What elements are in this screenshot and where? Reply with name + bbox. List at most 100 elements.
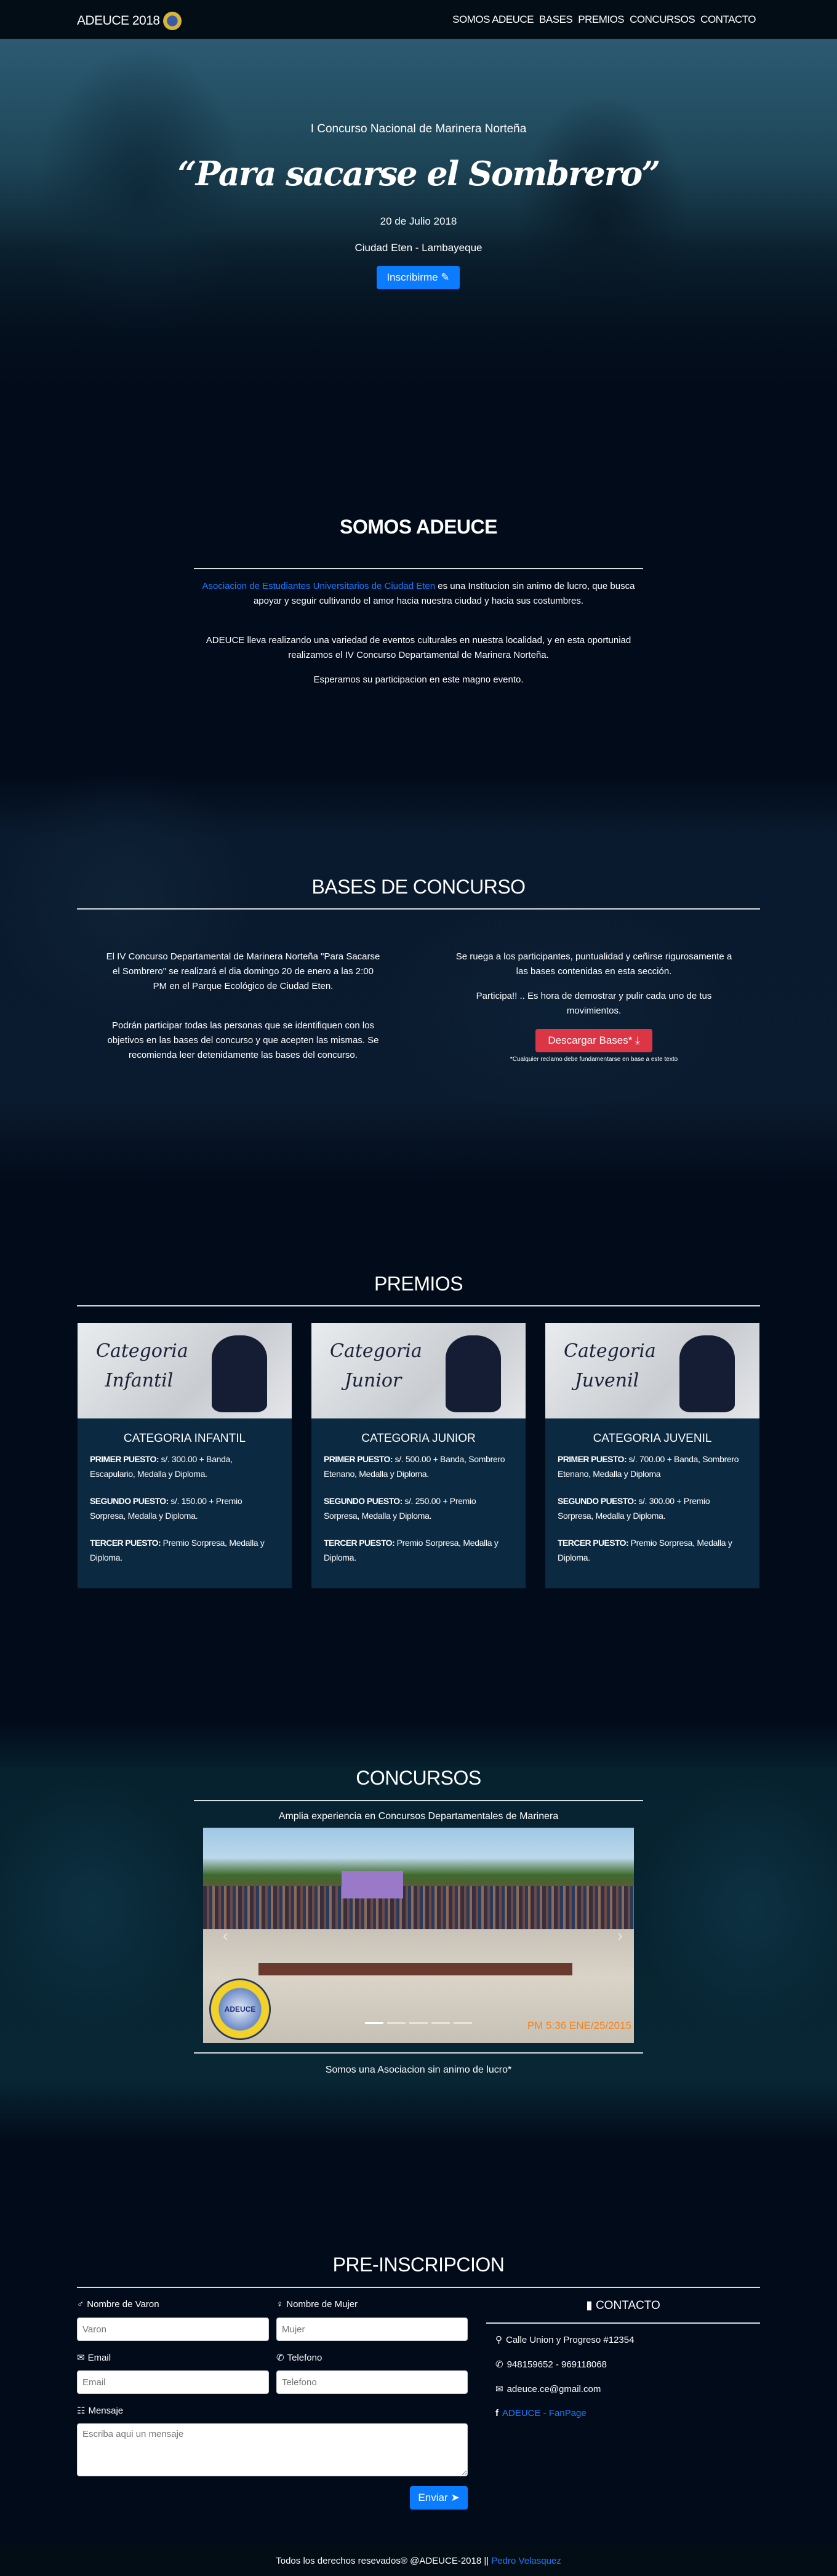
prize-card: Categoria Infantil CATEGORIA INFANTIL PRI…: [78, 1323, 292, 1588]
brand-text[interactable]: ADEUCE 2018: [77, 14, 160, 28]
dancer-silhouette: [212, 1335, 267, 1412]
premios-title: PREMIOS: [374, 1273, 463, 1295]
enviar-button[interactable]: Enviar ➤: [410, 2486, 468, 2510]
divider: [194, 568, 643, 569]
img-line1: Categoria: [564, 1340, 656, 1362]
carousel-next-icon[interactable]: ›: [617, 1926, 623, 1945]
female-icon: ♀: [276, 2299, 284, 2310]
telefono-input[interactable]: [276, 2370, 468, 2394]
fanpage-link[interactable]: ADEUCE - FanPage: [502, 2408, 587, 2418]
send-icon: ➤: [451, 2492, 460, 2503]
brand[interactable]: ADEUCE 2018: [77, 12, 182, 30]
nav-somos[interactable]: SOMOS ADEUCE: [452, 14, 534, 26]
somos-p3: Esperamos su participacion en este magno…: [313, 674, 524, 685]
nav-concursos[interactable]: CONCURSOS: [630, 14, 695, 26]
card-title: CATEGORIA INFANTIL: [123, 1432, 246, 1445]
second-prize: SEGUNDO PUESTO: s/. 300.00 + Premio Sorp…: [545, 1494, 759, 1523]
inscribirme-label: Inscribirme: [386, 271, 438, 283]
mujer-label-text: Nombre de Mujer: [286, 2299, 358, 2310]
category-image: Categoria Infantil: [78, 1323, 292, 1418]
category-image: Categoria Junior: [311, 1323, 526, 1418]
logo-text: ADEUCE: [224, 2005, 256, 2014]
jury-table: [258, 1963, 572, 1975]
prize-label: SEGUNDO PUESTO:: [324, 1496, 402, 1506]
carousel-indicator[interactable]: [409, 2022, 428, 2024]
varon-label-text: Nombre de Varon: [87, 2299, 159, 2310]
prize-label: TERCER PUESTO:: [558, 1538, 629, 1548]
email-label: ✉ Email: [77, 2352, 111, 2364]
category-image: Categoria Juvenil: [545, 1323, 759, 1418]
card-title: CATEGORIA JUVENIL: [593, 1432, 712, 1445]
nav-premios[interactable]: PREMIOS: [578, 14, 624, 26]
mensaje-textarea[interactable]: [77, 2423, 468, 2476]
second-prize: SEGUNDO PUESTO: s/. 250.00 + Premio Sorp…: [311, 1494, 526, 1523]
concursos-subtitle: Amplia experiencia en Concursos Departam…: [278, 1811, 559, 1822]
adeuce-logo-icon: [162, 12, 182, 30]
first-prize: PRIMER PUESTO: s/. 700.00 + Banda, Sombr…: [545, 1452, 759, 1481]
carousel-indicator[interactable]: [365, 2022, 383, 2024]
prize-label: PRIMER PUESTO:: [324, 1454, 393, 1464]
third-prize: TERCER PUESTO: Premio Sorpresa, Medalla …: [545, 1535, 759, 1565]
envelope-icon: ✉: [495, 2384, 503, 2394]
bases-title: BASES DE CONCURSO: [311, 876, 526, 898]
photo-timestamp: PM 5:36 ENE/25/2015: [527, 2020, 631, 2031]
adeuce-link[interactable]: Asociacion de Estudiantes Universitarios…: [202, 581, 436, 591]
edit-icon: ✎: [441, 271, 450, 283]
map-marker-icon: ⚲: [495, 2335, 502, 2345]
category-image-text: Categoria Junior: [330, 1337, 422, 1396]
list-icon: ☷: [77, 2406, 86, 2416]
first-prize: PRIMER PUESTO: s/. 500.00 + Banda, Sombr…: [311, 1452, 526, 1481]
card-title: CATEGORIA JUNIOR: [361, 1432, 476, 1445]
mensaje-label-text: Mensaje: [88, 2405, 124, 2416]
nav-contacto[interactable]: CONTACTO: [700, 14, 756, 26]
varon-label: ♂ Nombre de Varon: [77, 2299, 159, 2310]
envelope-icon: ✉: [77, 2353, 85, 2363]
category-image-text: Categoria Infantil: [96, 1337, 188, 1396]
prize-label: PRIMER PUESTO:: [90, 1454, 159, 1464]
carousel-indicator[interactable]: [454, 2022, 472, 2024]
third-prize: TERCER PUESTO: Premio Sorpresa, Medalla …: [78, 1535, 292, 1565]
phone-icon: ✆: [276, 2353, 284, 2363]
descargar-bases-button[interactable]: Descargar Bases* ⤓: [535, 1029, 652, 1052]
divider: [194, 1800, 643, 1801]
hero-title: “Para sacarse el Sombrero”: [177, 154, 661, 193]
bases-note: *Cualquier reclamo debe fundamentarse en…: [510, 1056, 678, 1063]
inscribirme-button[interactable]: Inscribirme ✎: [377, 266, 460, 289]
varon-input[interactable]: [77, 2318, 269, 2341]
mujer-label: ♀ Nombre de Mujer: [276, 2299, 358, 2310]
img-line2: Infantil: [105, 1370, 174, 1391]
hero-subtitle: I Concurso Nacional de Marinera Norteña: [310, 122, 527, 135]
bases-right-p2: Participa!! .. Es hora de demostrar y pu…: [476, 991, 712, 1016]
mujer-input[interactable]: [276, 2318, 468, 2341]
crowd: [203, 1886, 634, 1929]
carousel-indicator[interactable]: [431, 2022, 450, 2024]
bases-right-p1: Se ruega a los participantes, puntualida…: [455, 951, 732, 977]
contacto-title-text: CONTACTO: [595, 2299, 660, 2312]
phone-text: 948159652 - 969118068: [507, 2359, 607, 2370]
divider: [77, 1305, 760, 1306]
second-prize: SEGUNDO PUESTO: s/. 150.00 + Premio Sorp…: [78, 1494, 292, 1523]
carousel[interactable]: ADEUCE PM 5:36 ENE/25/2015 ‹ ›: [203, 1828, 634, 2043]
footer-text: Todos los derechos resevados® @ADEUCE-20…: [276, 2556, 492, 2566]
dancer-silhouette: [679, 1335, 735, 1412]
carousel-prev-icon[interactable]: ‹: [223, 1926, 228, 1945]
contact-email: ✉ adeuce.ce@gmail.com: [495, 2383, 601, 2395]
prize-label: TERCER PUESTO:: [324, 1538, 395, 1548]
img-line2: Junior: [344, 1370, 402, 1391]
divider: [194, 2052, 643, 2054]
img-line2: Juvenil: [574, 1370, 639, 1391]
third-prize: TERCER PUESTO: Premio Sorpresa, Medalla …: [311, 1535, 526, 1565]
author-link[interactable]: Pedro Velasquez: [491, 2556, 561, 2566]
email-input[interactable]: [77, 2370, 269, 2394]
descargar-label: Descargar Bases*: [548, 1034, 633, 1046]
male-icon: ♂: [77, 2299, 84, 2310]
first-prize: PRIMER PUESTO: s/. 300.00 + Banda, Escap…: [78, 1452, 292, 1481]
carousel-indicator[interactable]: [387, 2022, 406, 2024]
carousel-indicators: [365, 2022, 472, 2024]
contact-fanpage: f ADEUCE - FanPage: [495, 2408, 587, 2418]
img-line1: Categoria: [96, 1340, 188, 1362]
dancer-silhouette: [446, 1335, 501, 1412]
nav-bases[interactable]: BASES: [539, 14, 573, 26]
prize-label: SEGUNDO PUESTO:: [558, 1496, 636, 1506]
adeuce-logo: ADEUCE: [209, 1978, 271, 2040]
